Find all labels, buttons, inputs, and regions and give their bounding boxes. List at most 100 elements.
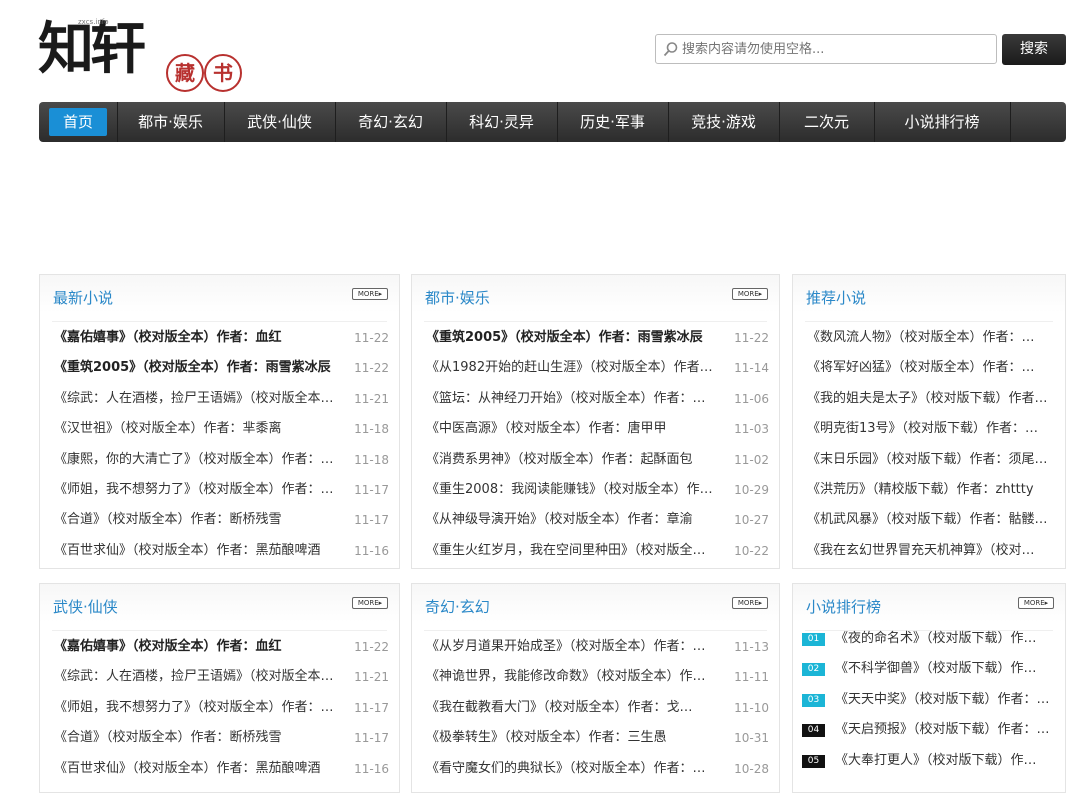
item-title[interactable]: 《末日乐园》（校对版下载）作者：须尾…: [807, 449, 1057, 471]
nav-scifi[interactable]: 科幻·灵异: [446, 102, 558, 142]
list-item[interactable]: 《从神级导演开始》（校对版全本）作者：章渝 10-27: [426, 509, 769, 531]
rank-item[interactable]: 01 《夜的命名术》（校对版下载）作…: [802, 628, 1055, 650]
list-item[interactable]: 《看守魔女们的典狱长》（校对版全本）作者：… 10-28: [426, 758, 769, 780]
item-title[interactable]: 《百世求仙》（校对版全本）作者：黑茄酿啤酒: [54, 540, 342, 562]
nav-urban[interactable]: 都市·娱乐: [117, 102, 225, 142]
item-title[interactable]: 《重筑2005》（校对版全本）作者：雨雪紫冰辰: [54, 357, 342, 379]
item-title[interactable]: 《天天中奖》（校对版下载）作者：…: [835, 689, 1055, 711]
nav-ranking[interactable]: 小说排行榜: [874, 102, 1011, 142]
panel-title[interactable]: 武侠·仙侠: [53, 596, 118, 617]
list-item[interactable]: 《汉世祖》（校对版全本）作者：芈黍离 11-18: [54, 418, 389, 440]
more-button[interactable]: MORE▸: [732, 288, 768, 300]
list-item[interactable]: 《将军好凶猛》（校对版全本）作者：…: [807, 357, 1055, 379]
item-title[interactable]: 《数风流人物》（校对版全本）作者：…: [807, 327, 1057, 349]
item-title[interactable]: 《合道》（校对版全本）作者：断桥残雪: [54, 727, 342, 749]
item-title[interactable]: 《师姐，我不想努力了》（校对版全本）作者：…: [54, 697, 342, 719]
rank-item[interactable]: 04 《天启预报》（校对版下载）作者：…: [802, 719, 1055, 741]
list-item[interactable]: 《神诡世界，我能修改命数》（校对版全本）作者：… 11-11: [426, 666, 769, 688]
nav-anime[interactable]: 二次元: [779, 102, 875, 142]
item-title[interactable]: 《大奉打更人》（校对版下载）作…: [835, 750, 1055, 772]
item-title[interactable]: 《综武：人在酒楼，捡尸王语嫣》（校对版全本）作者：…: [54, 666, 342, 688]
list-item[interactable]: 《重生2008：我阅读能赚钱》（校对版全本）作者：… 10-29: [426, 479, 769, 501]
item-title[interactable]: 《洪荒历》（精校版下载）作者：zhttty: [807, 479, 1057, 501]
list-item[interactable]: 《重生火红岁月，我在空间里种田》（校对版全本）作者：… 10-22: [426, 540, 769, 562]
item-title[interactable]: 《嘉佑嬉事》（校对版全本）作者：血红: [54, 636, 342, 658]
nav-home[interactable]: 首页: [39, 102, 118, 142]
list-item[interactable]: 《合道》（校对版全本）作者：断桥残雪 11-17: [54, 727, 389, 749]
item-title[interactable]: 《中医高源》（校对版全本）作者：唐甲甲: [426, 418, 714, 440]
search-button[interactable]: 搜索: [1002, 34, 1066, 65]
more-button[interactable]: MORE▸: [732, 597, 768, 609]
list-item[interactable]: 《从1982开始的赶山生涯》（校对版全本）作者：… 11-14: [426, 357, 769, 379]
rank-item[interactable]: 02 《不科学御兽》（校对版下载）作…: [802, 658, 1055, 680]
list-item[interactable]: 《机武风暴》（校对版下载）作者：骷髅…: [807, 509, 1055, 531]
panel-title[interactable]: 奇幻·玄幻: [425, 596, 490, 617]
item-title[interactable]: 《从1982开始的赶山生涯》（校对版全本）作者：…: [426, 357, 714, 379]
item-title[interactable]: 《不科学御兽》（校对版下载）作…: [835, 658, 1055, 680]
item-title[interactable]: 《看守魔女们的典狱长》（校对版全本）作者：…: [426, 758, 714, 780]
item-title[interactable]: 《合道》（校对版全本）作者：断桥残雪: [54, 509, 342, 531]
nav-games[interactable]: 竞技·游戏: [668, 102, 780, 142]
item-title[interactable]: 《神诡世界，我能修改命数》（校对版全本）作者：…: [426, 666, 714, 688]
list-item[interactable]: 《综武：人在酒楼，捡尸王语嫣》（校对版全本）作者：… 11-21: [54, 388, 389, 410]
list-item[interactable]: 《师姐，我不想努力了》（校对版全本）作者：… 11-17: [54, 697, 389, 719]
item-title[interactable]: 《师姐，我不想努力了》（校对版全本）作者：…: [54, 479, 342, 501]
item-title[interactable]: 《我的姐夫是太子》（校对版下载）作者：…: [807, 388, 1057, 410]
list-item[interactable]: 《重筑2005》（校对版全本）作者：雨雪紫冰辰 11-22: [54, 357, 389, 379]
list-item[interactable]: 《重筑2005》（校对版全本）作者：雨雪紫冰辰 11-22: [426, 327, 769, 349]
list-item[interactable]: 《师姐，我不想努力了》（校对版全本）作者：… 11-17: [54, 479, 389, 501]
list-item[interactable]: 《百世求仙》（校对版全本）作者：黑茄酿啤酒 11-16: [54, 540, 389, 562]
item-title[interactable]: 《汉世祖》（校对版全本）作者：芈黍离: [54, 418, 342, 440]
item-title[interactable]: 《康熙，你的大清亡了》（校对版全本）作者：…: [54, 449, 342, 471]
item-title[interactable]: 《重筑2005》（校对版全本）作者：雨雪紫冰辰: [426, 327, 714, 349]
item-title[interactable]: 《重生2008：我阅读能赚钱》（校对版全本）作者：…: [426, 479, 714, 501]
nav-fantasy[interactable]: 奇幻·玄幻: [335, 102, 447, 142]
list-item[interactable]: 《我的姐夫是太子》（校对版下载）作者：…: [807, 388, 1057, 410]
more-button[interactable]: MORE▸: [352, 288, 388, 300]
panel-title[interactable]: 小说排行榜: [806, 596, 881, 617]
site-logo[interactable]: 知轩 zxcs.info 藏 书: [38, 14, 248, 100]
nav-history[interactable]: 历史·军事: [557, 102, 669, 142]
list-item[interactable]: 《我在截教看大门》（校对版全本）作者：戈… 11-10: [426, 697, 769, 719]
item-title[interactable]: 《从神级导演开始》（校对版全本）作者：章渝: [426, 509, 714, 531]
item-title[interactable]: 《消费系男神》（校对版全本）作者：起酥面包: [426, 449, 714, 471]
item-title[interactable]: 《机武风暴》（校对版下载）作者：骷髅…: [807, 509, 1057, 531]
item-title[interactable]: 《嘉佑嬉事》（校对版全本）作者：血红: [54, 327, 342, 349]
list-item[interactable]: 《篮坛：从神经刀开始》（校对版全本）作者：… 11-06: [426, 388, 769, 410]
rank-item[interactable]: 05 《大奉打更人》（校对版下载）作…: [802, 750, 1055, 772]
item-title[interactable]: 《夜的命名术》（校对版下载）作…: [835, 628, 1055, 650]
rank-item[interactable]: 03 《天天中奖》（校对版下载）作者：…: [802, 689, 1055, 711]
panel-title[interactable]: 最新小说: [53, 287, 113, 308]
item-title[interactable]: 《重生火红岁月，我在空间里种田》（校对版全本）作者：…: [426, 540, 714, 562]
list-item[interactable]: 《从岁月道果开始成圣》（校对版全本）作者：… 11-13: [426, 636, 769, 658]
list-item[interactable]: 《综武：人在酒楼，捡尸王语嫣》（校对版全本）作者：… 11-21: [54, 666, 389, 688]
list-item[interactable]: 《消费系男神》（校对版全本）作者：起酥面包 11-02: [426, 449, 769, 471]
item-title[interactable]: 《我在截教看大门》（校对版全本）作者：戈…: [426, 697, 714, 719]
item-title[interactable]: 《明克街13号》（校对版下载）作者：…: [807, 418, 1057, 440]
more-button[interactable]: MORE▸: [1018, 597, 1054, 609]
list-item[interactable]: 《合道》（校对版全本）作者：断桥残雪 11-17: [54, 509, 389, 531]
item-title[interactable]: 《将军好凶猛》（校对版全本）作者：…: [807, 357, 1057, 379]
item-title[interactable]: 《天启预报》（校对版下载）作者：…: [835, 719, 1055, 741]
list-item[interactable]: 《数风流人物》（校对版全本）作者：…: [807, 327, 1055, 349]
nav-wuxia[interactable]: 武侠·仙侠: [224, 102, 336, 142]
list-item[interactable]: 《明克街13号》（校对版下载）作者：…: [807, 418, 1055, 440]
list-item[interactable]: 《洪荒历》（精校版下载）作者：zhttty: [807, 479, 1055, 501]
panel-title[interactable]: 都市·娱乐: [425, 287, 490, 308]
item-title[interactable]: 《篮坛：从神经刀开始》（校对版全本）作者：…: [426, 388, 714, 410]
more-button[interactable]: MORE▸: [352, 597, 388, 609]
item-title[interactable]: 《从岁月道果开始成圣》（校对版全本）作者：…: [426, 636, 714, 658]
list-item[interactable]: 《末日乐园》（校对版下载）作者：须尾…: [807, 449, 1055, 471]
list-item[interactable]: 《极拳转生》（校对版全本）作者：三生愚 10-31: [426, 727, 769, 749]
list-item[interactable]: 《嘉佑嬉事》（校对版全本）作者：血红 11-22: [54, 636, 389, 658]
item-title[interactable]: 《极拳转生》（校对版全本）作者：三生愚: [426, 727, 714, 749]
item-title[interactable]: 《综武：人在酒楼，捡尸王语嫣》（校对版全本）作者：…: [54, 388, 342, 410]
list-item[interactable]: 《嘉佑嬉事》（校对版全本）作者：血红 11-22: [54, 327, 389, 349]
panel-title[interactable]: 推荐小说: [806, 287, 866, 308]
list-item[interactable]: 《百世求仙》（校对版全本）作者：黑茄酿啤酒 11-16: [54, 758, 389, 780]
item-title[interactable]: 《我在玄幻世界冒充天机神算》（校对…: [807, 540, 1057, 562]
list-item[interactable]: 《我在玄幻世界冒充天机神算》（校对…: [807, 540, 1055, 562]
item-title[interactable]: 《百世求仙》（校对版全本）作者：黑茄酿啤酒: [54, 758, 342, 780]
list-item[interactable]: 《康熙，你的大清亡了》（校对版全本）作者：… 11-18: [54, 449, 389, 471]
search-input[interactable]: [682, 35, 992, 63]
